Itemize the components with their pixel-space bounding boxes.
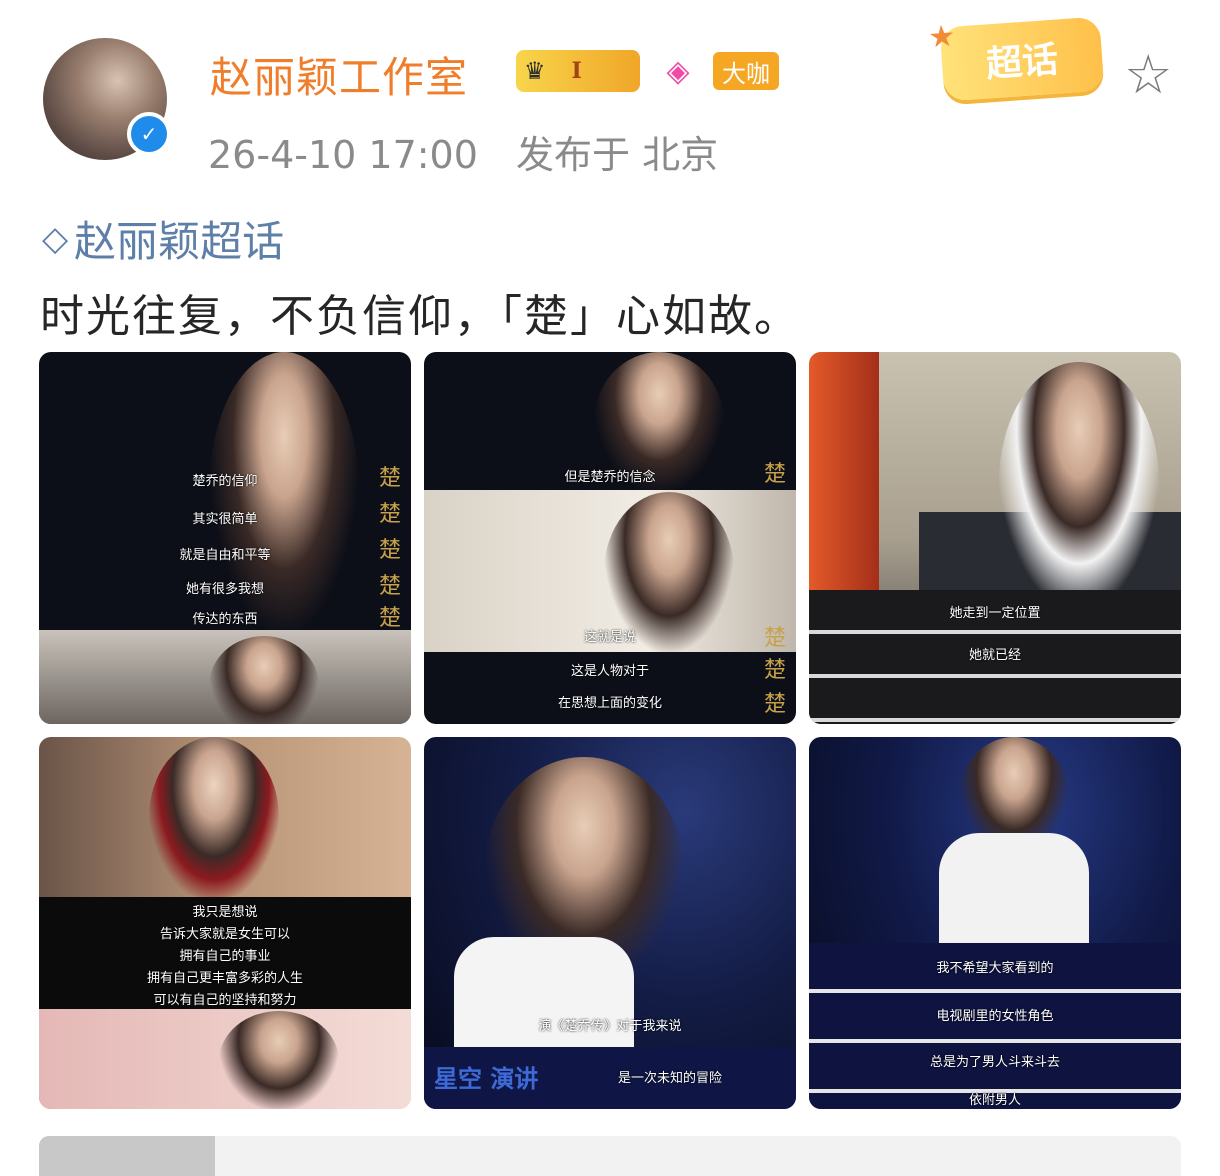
subtitle: 在思想上面的变化 xyxy=(557,696,662,711)
subtitle: 我不希望大家看到的 xyxy=(936,961,1054,976)
show-logo: 楚 xyxy=(763,462,786,487)
subtitle: 她有很多我想 xyxy=(185,582,264,597)
show-logo: 楚 xyxy=(378,574,401,599)
star-icon[interactable]: ☆ xyxy=(1124,48,1172,102)
show-logo: 楚 xyxy=(763,658,786,683)
image-tile-3[interactable]: 她走到一定位置 她就已经 xyxy=(809,352,1181,724)
show-logo: 楚 xyxy=(763,692,786,717)
subtitle: 我只是想说 xyxy=(192,905,258,920)
show-logo: 楚 xyxy=(378,502,401,527)
crown-icon: ♛ xyxy=(524,57,546,85)
subtitle: 总是为了男人斗来斗去 xyxy=(929,1055,1060,1070)
image-tile-6[interactable]: 我不希望大家看到的 电视剧里的女性角色 总是为了男人斗来斗去 依附男人 xyxy=(809,737,1181,1109)
thumbnail xyxy=(39,1136,215,1176)
subtitle: 就是自由和平等 xyxy=(179,548,271,563)
diamond-vip-icon[interactable]: ◈ xyxy=(654,50,702,92)
subtitle: 但是楚乔的信念 xyxy=(564,470,656,485)
sparkle-icon: ★ xyxy=(927,18,957,56)
subtitle: 告诉大家就是女生可以 xyxy=(159,927,290,942)
avatar[interactable]: ✓ xyxy=(43,38,171,160)
subtitle: 拥有自己更丰富多彩的人生 xyxy=(146,971,303,986)
show-logo: 楚 xyxy=(378,606,401,631)
crown-badge[interactable]: ♛ I xyxy=(516,50,640,92)
subtitle: 这就是说 xyxy=(583,630,636,645)
topic-label: 赵丽颖超话 xyxy=(74,217,285,266)
timestamp: 26-4-10 17:00 xyxy=(208,133,478,177)
subtitle: 楚乔的信仰 xyxy=(192,474,258,489)
image-tile-4[interactable]: 我只是想说 告诉大家就是女生可以 拥有自己的事业 拥有自己更丰富多彩的人生 可以… xyxy=(39,737,411,1109)
post-meta: 26-4-10 17:00 发布于 北京 xyxy=(208,124,744,179)
chaohua-label: 超话 xyxy=(984,39,1060,86)
subtitle: 电视剧里的女性角色 xyxy=(936,1009,1054,1024)
location: 发布于 北京 xyxy=(516,133,719,177)
verified-icon: ✓ xyxy=(127,112,171,156)
image-tile-2[interactable]: 但是楚乔的信念 这就是说 这是人物对于 在思想上面的变化 楚 楚 楚 楚 xyxy=(424,352,796,724)
subtitle: 她走到一定位置 xyxy=(949,606,1041,621)
image-tile-1[interactable]: 楚乔的信仰 其实很简单 就是自由和平等 她有很多我想 传达的东西 楚 楚 楚 楚… xyxy=(39,352,411,724)
person-figure xyxy=(149,737,279,897)
subtitle: 这是人物对于 xyxy=(570,664,649,679)
post-text: 时光往复，不负信仰，「楚」心如故。 xyxy=(40,291,800,342)
image-grid: 楚乔的信仰 其实很简单 就是自由和平等 她有很多我想 传达的东西 楚 楚 楚 楚… xyxy=(39,352,1181,1109)
show-logo: 楚 xyxy=(378,538,401,563)
image-tile-5[interactable]: 演《楚乔传》对于我来说 是一次未知的冒险 星空 演讲 xyxy=(424,737,796,1109)
subtitle: 演《楚乔传》对于我来说 xyxy=(538,1019,682,1034)
subtitle: 其实很简单 xyxy=(192,512,258,527)
crown-level: I xyxy=(571,58,582,84)
subtitle: 传达的东西 xyxy=(192,612,258,627)
subtitle: 可以有自己的坚持和努力 xyxy=(153,993,297,1008)
subtitle: 依附男人 xyxy=(968,1093,1021,1108)
person-figure xyxy=(999,362,1159,602)
subtitle: 拥有自己的事业 xyxy=(179,949,271,964)
chaohua-badge[interactable]: ★ 超话 xyxy=(927,16,1105,102)
person-figure xyxy=(219,1011,339,1109)
subtitle: 她就已经 xyxy=(968,648,1021,663)
show-logo: 楚 xyxy=(763,626,786,651)
dakai-badge[interactable]: 大咖 xyxy=(713,52,779,90)
diamond-icon: ◇ xyxy=(42,218,69,259)
next-card-preview[interactable] xyxy=(39,1136,1181,1176)
username[interactable]: 赵丽颖工作室 xyxy=(210,44,468,105)
show-logo: 楚 xyxy=(378,466,401,491)
topic-link[interactable]: ◇ 赵丽颖超话 xyxy=(42,208,284,269)
show-label: 星空 演讲 xyxy=(434,1065,539,1093)
